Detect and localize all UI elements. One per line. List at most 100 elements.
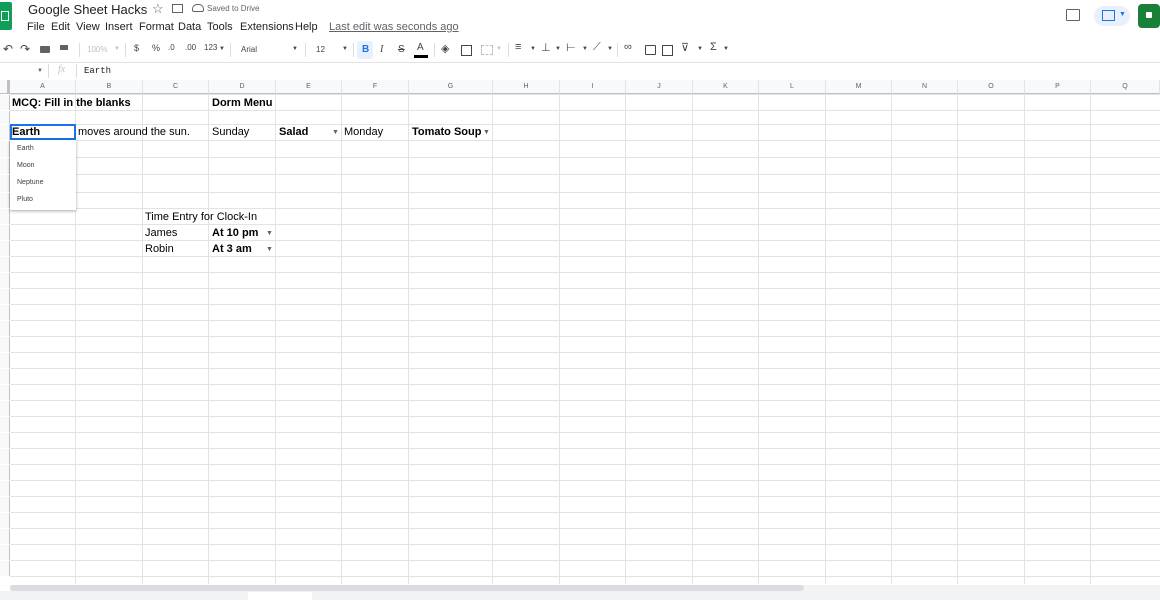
row-header[interactable] [0,337,10,352]
dropdown-option-pluto[interactable]: Pluto [17,196,33,203]
row-header[interactable] [0,433,10,448]
row-header[interactable] [0,417,10,432]
decrease-decimal-button[interactable]: .0 [168,43,175,52]
row-header[interactable] [0,257,10,272]
row-header[interactable] [0,289,10,304]
text-rotation-icon[interactable]: ⟋ [593,41,601,54]
cloud-status-icon[interactable] [192,4,204,12]
font-select[interactable]: Arial [241,45,257,54]
insert-chart-icon[interactable] [662,45,673,56]
merge-cells-icon[interactable] [481,45,493,55]
spreadsheet-grid[interactable] [0,80,1160,584]
cell-a1[interactable]: MCQ: Fill in the blanks [12,96,131,110]
text-color-button[interactable]: A [417,42,424,53]
cell-f3[interactable]: Monday [344,125,383,139]
column-header-k[interactable]: K [693,80,759,94]
horizontal-align-dropdown-icon[interactable]: ▼ [530,46,536,52]
row-header[interactable] [0,385,10,400]
cell-g3-dropdown-icon[interactable]: ▼ [483,129,490,136]
cell-c11[interactable]: Robin [145,242,174,256]
cell-d11-dropdown-icon[interactable]: ▼ [266,246,273,253]
row-header[interactable] [0,241,10,256]
column-header-o[interactable]: O [958,80,1025,94]
dropdown-option-moon[interactable]: Moon [17,162,35,169]
vertical-align-icon[interactable]: ⊥ [541,41,551,54]
currency-button[interactable]: $ [134,43,139,53]
menu-view[interactable]: View [76,21,100,33]
column-header-m[interactable]: M [826,80,892,94]
text-rotation-dropdown-icon[interactable]: ▼ [607,46,613,52]
row-header[interactable] [0,529,10,544]
row-header[interactable] [0,513,10,528]
filter-dropdown-icon[interactable]: ▼ [697,46,703,52]
paint-format-icon[interactable] [60,45,68,50]
insert-link-icon[interactable]: ∞ [624,41,632,53]
merge-dropdown-icon[interactable]: ▼ [496,46,502,52]
zoom-select[interactable]: 100% [87,45,107,54]
last-edit-link[interactable]: Last edit was seconds ago [329,21,459,33]
dropdown-option-neptune[interactable]: Neptune [17,179,43,186]
menu-file[interactable]: File [27,21,45,33]
undo-icon[interactable]: ↶ [3,42,13,56]
row-header[interactable] [0,401,10,416]
strikethrough-button[interactable]: S [398,44,405,55]
cell-d10[interactable]: At 10 pm [212,226,258,240]
menu-format[interactable]: Format [139,21,174,33]
zoom-dropdown-icon[interactable]: ▼ [114,46,120,52]
text-wrap-icon[interactable]: ⊢ [566,41,576,54]
functions-dropdown-icon[interactable]: ▼ [723,46,729,52]
row-header[interactable] [0,465,10,480]
column-header-i[interactable]: I [560,80,626,94]
row-header[interactable] [0,141,10,157]
increase-decimal-button[interactable]: .00 [185,43,196,52]
column-header-p[interactable]: P [1025,80,1091,94]
comment-history-icon[interactable] [1066,9,1080,21]
filter-icon[interactable]: ⊽ [681,41,689,54]
active-sheet-tab[interactable] [248,592,312,600]
formula-input[interactable]: Earth [84,66,111,76]
row-header[interactable] [0,561,10,576]
font-size-select[interactable]: 12 [316,45,325,54]
column-header-h[interactable]: H [493,80,560,94]
row-header[interactable] [0,545,10,560]
print-icon[interactable] [40,46,50,53]
fill-color-icon[interactable]: ◈ [441,42,449,55]
column-header-j[interactable]: J [626,80,693,94]
bold-button[interactable]: B [362,44,369,55]
menu-data[interactable]: Data [178,21,201,33]
cell-c10[interactable]: James [145,226,177,240]
menu-help[interactable]: Help [295,21,318,33]
row-header[interactable] [0,497,10,512]
column-header-b[interactable]: B [76,80,143,94]
cell-b3[interactable]: moves around the sun. [78,125,190,139]
more-formats-dropdown-icon[interactable]: ▼ [219,46,225,52]
row-header[interactable] [0,209,10,224]
borders-icon[interactable] [461,45,472,56]
cell-e3[interactable]: Salad [279,125,308,139]
cell-d11[interactable]: At 3 am [212,242,252,256]
insert-comment-icon[interactable] [645,45,656,55]
cell-a3[interactable]: Earth [12,125,40,139]
cell-d1[interactable]: Dorm Menu [212,96,273,110]
row-header[interactable] [0,175,10,192]
row-header[interactable] [0,125,10,140]
move-folder-icon[interactable] [172,4,183,13]
column-header-g[interactable]: G [409,80,493,94]
name-box-dropdown-icon[interactable]: ▼ [37,68,43,74]
cell-c9[interactable]: Time Entry for Clock-In [145,210,257,224]
percent-button[interactable]: % [152,43,160,53]
vertical-align-dropdown-icon[interactable]: ▼ [555,46,561,52]
row-header[interactable] [0,111,10,124]
menu-insert[interactable]: Insert [105,21,133,33]
functions-button[interactable]: Σ [710,41,717,53]
row-header[interactable] [0,193,10,208]
document-title[interactable]: Google Sheet Hacks [28,2,147,17]
cell-e3-dropdown-icon[interactable]: ▼ [332,129,339,136]
row-header[interactable] [0,449,10,464]
row-header[interactable] [0,369,10,384]
cell-g3[interactable]: Tomato Soup [412,125,481,139]
sheets-logo-icon[interactable] [0,2,12,30]
row-header[interactable] [0,353,10,368]
column-header-l[interactable]: L [759,80,826,94]
column-header-e[interactable]: E [276,80,342,94]
